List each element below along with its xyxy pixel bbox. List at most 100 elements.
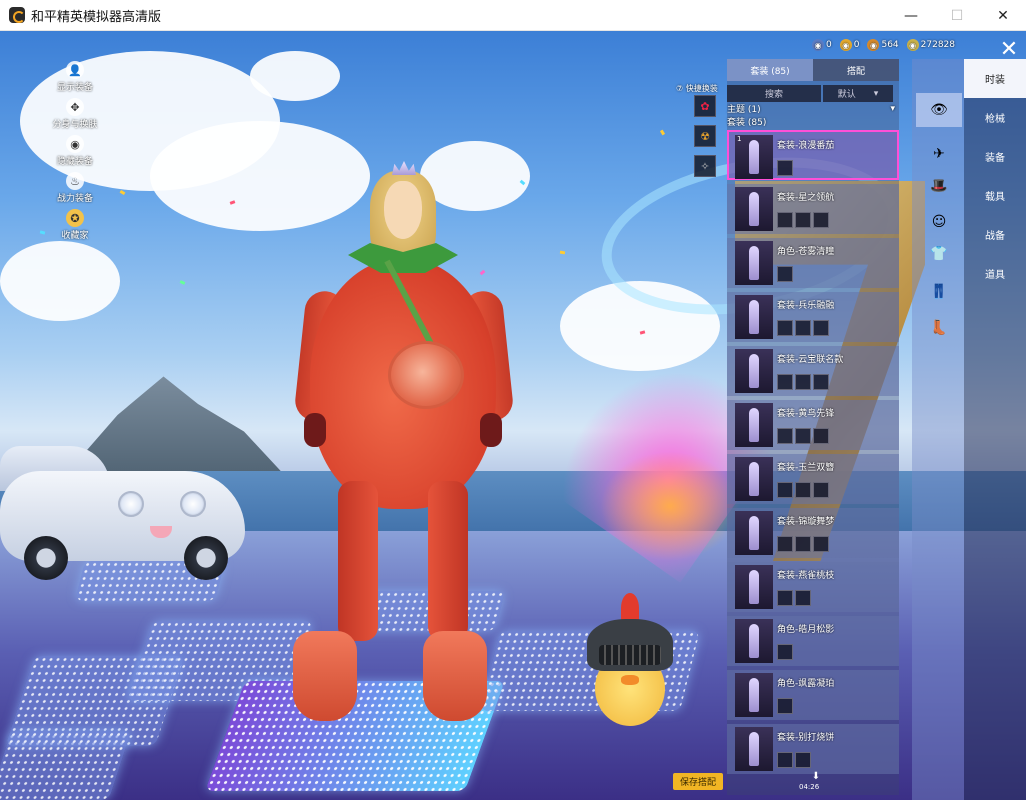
outfit-name: 套装-锦璇舞梦 (777, 517, 835, 527)
left-menu-label: 显示装备 (56, 83, 93, 93)
theme-filter[interactable]: 主题 (1) ▾ (727, 102, 899, 116)
outfit-card[interactable]: 套装-燕雀桃枝 (727, 562, 899, 612)
character-face (384, 181, 422, 239)
outfit-part-icon (795, 320, 811, 336)
sort-dropdown[interactable]: 默认 ▾ (823, 85, 893, 102)
left-menu-label: 隐藏装备 (56, 157, 93, 167)
outfit-part-icon (777, 536, 793, 552)
outfit-part-icon (777, 644, 793, 660)
outfit-part-icon (813, 428, 829, 444)
outfit-card[interactable]: 角色-苍雾清瞳 (727, 238, 899, 288)
pants-icon[interactable]: 👖 (924, 277, 954, 307)
tab-combos[interactable]: 搭配 (813, 59, 899, 81)
quick-slot-2[interactable]: ☢ (694, 125, 716, 147)
search-input[interactable]: 搜索 (727, 85, 821, 102)
outfit-card[interactable]: 套装-别打烧饼 (727, 724, 899, 774)
outfit-parts (777, 374, 829, 390)
outfit-figure (749, 624, 759, 658)
cloud (0, 241, 120, 321)
outfit-figure (749, 300, 759, 334)
top-icon[interactable]: 👕 (924, 239, 954, 269)
outfit-figure (749, 140, 759, 174)
glider-icon[interactable]: ✈ (924, 139, 954, 169)
window-title: 和平精英模拟器高清版 (31, 9, 162, 25)
category-1[interactable]: 枪械 (964, 98, 1026, 137)
left-menu-item[interactable]: ♨ 战力装备 (45, 172, 105, 204)
face-icon[interactable]: ☺ (924, 207, 954, 237)
outfit-part-icon (795, 536, 811, 552)
outfit-part-icon (795, 212, 811, 228)
outfit-figure (749, 462, 759, 496)
theme-label: 主题 (1) (727, 105, 761, 115)
left-menu-item[interactable]: ◉ 隐藏装备 (45, 135, 105, 167)
outfit-parts (777, 320, 829, 336)
outfit-thumbnail (735, 727, 773, 771)
outfit-card[interactable]: 角色-皓月松影 (727, 616, 899, 666)
hat-icon[interactable]: 🎩 (924, 171, 954, 201)
currency-item: ◉ 272828 (906, 39, 955, 51)
currency-value: 0 (853, 40, 860, 50)
outfit-thumbnail (735, 349, 773, 393)
quick-slot-1[interactable]: ✿ (694, 95, 716, 117)
chevron-down-icon: ▾ (890, 103, 895, 114)
coupon-icon: ◉ (867, 39, 880, 51)
cash-icon: ◉ (906, 39, 919, 51)
outfit-parts (777, 428, 829, 444)
outfit-part-icon (777, 698, 793, 714)
outfit-thumbnail (735, 187, 773, 231)
category-3[interactable]: 载具 (964, 176, 1026, 215)
outfit-card[interactable]: 套装-兵乐融融 (727, 292, 899, 342)
currency-value: 0 (826, 40, 832, 50)
player-character (288, 151, 518, 731)
outfit-card[interactable]: 角色-飒露凝珀 (727, 670, 899, 720)
outfit-part-icon (813, 212, 829, 228)
minimize-button[interactable]: — (888, 0, 934, 31)
outfit-card[interactable]: 套装-黄鸟先锋 (727, 400, 899, 450)
category-4[interactable]: 战备 (964, 215, 1026, 254)
outfit-card[interactable]: 套装-锦璇舞梦 (727, 508, 899, 558)
quick-slot-3[interactable]: ✧ (694, 155, 716, 177)
left-menu-item[interactable]: ✪ 收藏家 (45, 209, 105, 241)
outfit-icon[interactable]: 👁 (916, 93, 962, 127)
currency-item: ◉ 0 (812, 39, 832, 51)
close-window-button[interactable]: ✕ (980, 0, 1026, 31)
left-menu-item[interactable]: 👤 显示装备 (45, 61, 105, 93)
outfit-thumbnail (735, 457, 773, 501)
subcategory-strip: 👁 ✈ 🎩 ☺ 👕 👖 👢 (912, 59, 964, 800)
maximize-button[interactable]: ☐ (934, 0, 980, 31)
left-menu-label: 收藏家 (61, 231, 89, 241)
category-0[interactable]: 时装 (964, 59, 1026, 98)
category-2[interactable]: 装备 (964, 137, 1026, 176)
outfit-card[interactable]: 套装-星之领航 (727, 184, 899, 234)
outfit-part-icon (813, 374, 829, 390)
game-scene: 👤 显示装备 ✥ 分身与换肤 ◉ 隐藏装备 ♨ 战力装备 ✪ 收藏家 ◉ 0 ◉ 0 ◉ 564 ◉ 27282… (0, 31, 1026, 800)
outfit-card[interactable]: 套装-玉兰双簪 (727, 454, 899, 504)
shoes-icon[interactable]: 👢 (924, 313, 954, 343)
outfit-card[interactable]: 套装-云宝联名款 (727, 346, 899, 396)
character-glove (480, 413, 502, 447)
outfit-part-icon (813, 320, 829, 336)
outfit-figure (749, 570, 759, 604)
outfit-thumbnail (735, 565, 773, 609)
save-outfit-button[interactable]: 保存搭配 (673, 773, 723, 790)
outfit-parts (777, 212, 829, 228)
outfit-card[interactable]: 1 套装-浪漫番茄 (727, 130, 899, 180)
sort-label: 默认 (837, 90, 856, 100)
outfit-part-icon (777, 160, 793, 176)
outfit-name: 套装-玉兰双簪 (777, 463, 835, 473)
outfit-name: 角色-皓月松影 (777, 625, 835, 635)
outfit-part-icon (777, 428, 793, 444)
category-5[interactable]: 道具 (964, 254, 1026, 293)
tab-suits[interactable]: 套装 (85) (727, 59, 813, 81)
confetti (119, 189, 126, 196)
window-controls: — ☐ ✕ (888, 0, 1026, 31)
outfit-index: 1 (737, 135, 742, 143)
point-coin-icon: ◉ (812, 39, 824, 51)
outfit-thumbnail (735, 619, 773, 663)
outfit-thumbnail (735, 241, 773, 285)
outfit-figure (749, 408, 759, 442)
search-row: 搜索 默认 ▾ (727, 85, 899, 102)
chick-pet (585, 591, 675, 741)
suits-count-label: 套装 (85) (727, 115, 899, 128)
left-menu-item[interactable]: ✥ 分身与换肤 (45, 98, 105, 130)
